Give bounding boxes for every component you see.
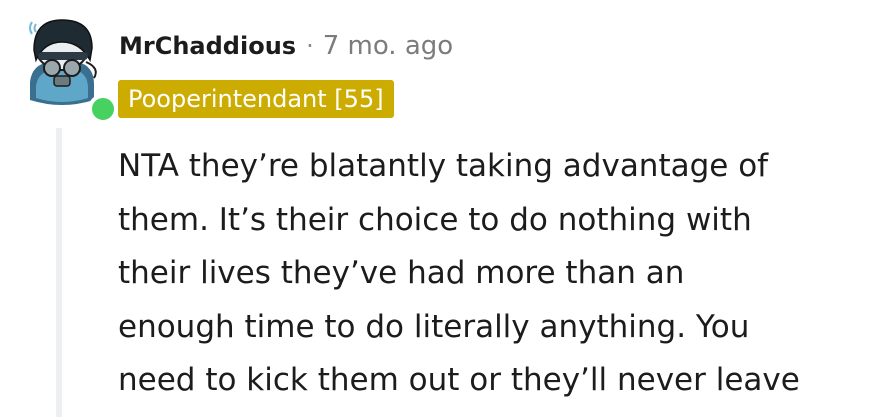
online-status-icon — [88, 94, 118, 124]
comment-body-line: enough time to do literally anything. Yo… — [118, 308, 750, 345]
comment: MrChaddious · 7 mo. ago Pooperintendant … — [0, 0, 896, 417]
comment-body-line: their lives they’ve had more than an — [118, 255, 685, 291]
comment-body-line: them. It’s their choice to do nothing wi… — [118, 201, 752, 238]
timestamp-link[interactable]: 7 mo. ago — [323, 31, 453, 61]
snoo-avatar-icon — [29, 19, 97, 105]
comment-body-line: NTA they’re blatantly taking advantage o… — [118, 148, 769, 184]
comment-body: NTA they’re blatantly taking advantage o… — [118, 140, 888, 408]
username-link[interactable]: MrChaddious — [119, 32, 296, 60]
comment-body-line: need to kick them out or they’ll never l… — [118, 362, 800, 398]
meta-separator: · — [306, 32, 314, 60]
comment-meta: MrChaddious · 7 mo. ago — [119, 31, 453, 67]
thread-collapse-line[interactable] — [56, 128, 62, 417]
user-avatar[interactable] — [20, 12, 118, 124]
user-flair: Pooperintendant [55] — [118, 80, 394, 118]
